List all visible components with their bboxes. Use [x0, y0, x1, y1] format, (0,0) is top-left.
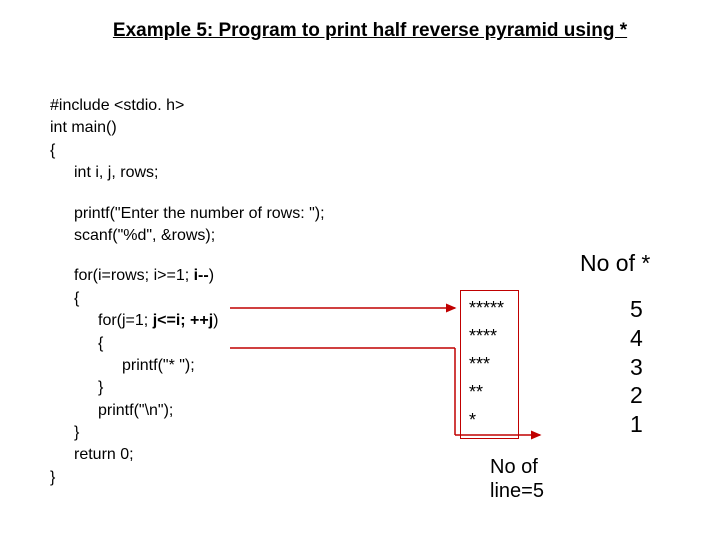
no-of-line-b: line=5: [490, 479, 544, 503]
no-of-star-label: No of *: [580, 250, 650, 277]
code-line: {: [50, 288, 325, 310]
code-block: #include <stdio. h> int main() { int i, …: [50, 95, 325, 489]
output-row: *: [469, 407, 504, 435]
no-of-line-label: No of line=5: [490, 455, 544, 503]
count: 4: [630, 324, 643, 353]
code-line: int main(): [50, 117, 325, 139]
count: 1: [630, 410, 643, 439]
code-line: #include <stdio. h>: [50, 95, 325, 117]
no-of-line-a: No of: [490, 455, 544, 479]
code-line: }: [50, 422, 325, 444]
count: 5: [630, 295, 643, 324]
code-seg: for(j=1;: [98, 312, 153, 329]
output-row: **: [469, 379, 504, 407]
code-line: printf("* ");: [50, 355, 325, 377]
count: 3: [630, 353, 643, 382]
code-line: for(j=1; j<=i; ++j): [50, 310, 325, 332]
count: 2: [630, 381, 643, 410]
code-line: printf("Enter the number of rows: ");: [50, 203, 325, 225]
code-line: return 0;: [50, 444, 325, 466]
code-line: }: [50, 377, 325, 399]
code-line: scanf("%d", &rows);: [50, 225, 325, 247]
slide-title: Example 5: Program to print half reverse…: [60, 20, 680, 42]
code-line: }: [50, 467, 325, 489]
code-seg: ): [213, 312, 218, 329]
code-line: int i, j, rows;: [50, 162, 325, 184]
output-box: ***** **** *** ** *: [460, 290, 519, 439]
code-seg: for(i=rows; i>=1;: [74, 267, 194, 284]
code-seg: ): [209, 267, 214, 284]
code-bold: i--: [194, 267, 209, 284]
code-line: printf("\n");: [50, 400, 325, 422]
code-line: {: [50, 140, 325, 162]
output-row: ****: [469, 323, 504, 351]
code-line: {: [50, 333, 325, 355]
count-column: 5 4 3 2 1: [630, 295, 643, 439]
output-row: *****: [469, 295, 504, 323]
code-bold: j<=i; ++j: [153, 312, 213, 329]
code-line: for(i=rows; i>=1; i--): [50, 265, 325, 287]
output-row: ***: [469, 351, 504, 379]
